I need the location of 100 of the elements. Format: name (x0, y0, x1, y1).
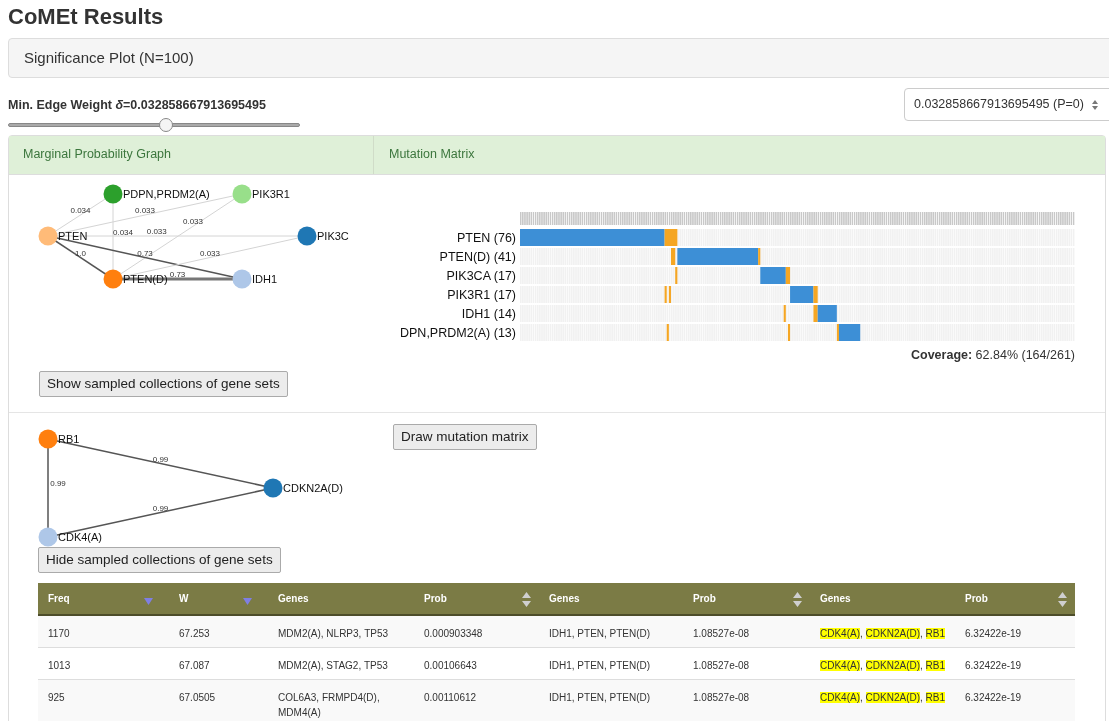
page-title: CoMEt Results (8, 4, 165, 30)
gene-name: PTEN(D) (609, 627, 651, 641)
table-cell: 0.00110612 (414, 679, 539, 721)
column-header[interactable]: Freq (38, 583, 169, 615)
table-cell: 1013 (38, 647, 169, 680)
node-label: PDPN,PRDM2(A) (123, 187, 210, 200)
edge-weight-label: 0.033 (182, 217, 203, 227)
gene-name: TP53 (363, 659, 388, 673)
edge-weight-label: Min. Edge Weight δ=0.032858667913695495 (8, 97, 267, 114)
graph-node[interactable] (103, 184, 123, 204)
table-cell: 6.32422e-19 (955, 647, 1075, 680)
gene-name: PTEN(D) (609, 659, 651, 673)
gene-name: PTEN, (577, 691, 607, 705)
show-gene-sets-button[interactable]: Show sampled collections of gene sets (39, 370, 288, 397)
sort-icon[interactable] (793, 592, 802, 607)
graph-node[interactable] (263, 478, 283, 498)
column-header[interactable]: Genes (810, 583, 955, 615)
panel-heading: Mutation Matrix (388, 146, 476, 164)
gene-name: PTEN(D) (609, 691, 651, 705)
edge-weight-label: 0.033 (135, 205, 155, 215)
gene-name: RB1 (925, 691, 946, 705)
table-cell: 925 (38, 679, 169, 721)
gene-name: PTEN, (577, 627, 607, 641)
gene-name: IDH1, (549, 659, 575, 673)
gene-name: COL6A3, (278, 691, 320, 705)
table-cell: 1170 (38, 615, 169, 648)
gene-row-label: DPN,PRDM2(A) (13) (400, 325, 516, 340)
hide-gene-sets-button[interactable]: Hide sampled collections of gene sets (38, 546, 281, 573)
coverage-text: Coverage: 62.84% (164/261) (911, 346, 1075, 364)
graph-node[interactable] (38, 226, 58, 246)
gene-name: STAG2, (326, 659, 362, 673)
table-cell: 67.0505 (169, 679, 268, 721)
gene-row-label: PIK3CA (17) (446, 268, 516, 283)
table-cell: 67.087 (169, 647, 268, 680)
node-label: PTEN (58, 229, 88, 242)
graph-node[interactable] (232, 184, 252, 204)
table-cell: 6.32422e-19 (955, 615, 1075, 648)
gene-name: IDH1, (549, 691, 575, 705)
node-label: CDK4(A) (58, 530, 102, 543)
edge-weight-label: 1.0 (74, 248, 87, 258)
gene-name: FRMPD4(D), (321, 691, 380, 705)
edge-weight-label: 0.033 (146, 226, 167, 236)
edge-weight-slider[interactable] (8, 117, 300, 132)
edge-weight-label: 0.99 (152, 503, 169, 513)
node-label: PTEN(D) (123, 272, 168, 285)
slider-thumb[interactable] (158, 117, 173, 132)
gene-name: CDK4(A), (820, 627, 863, 641)
gene-name: MDM4(A) (278, 706, 321, 720)
edge-weight-label: 0.99 (50, 478, 66, 488)
sort-icon[interactable] (1058, 592, 1067, 607)
gene-name: NLRP3, (326, 627, 362, 641)
panel-heading: Marginal Probability Graph (9, 135, 374, 174)
table-cell: 1.08527e-08 (683, 615, 810, 648)
graph-node[interactable] (232, 269, 252, 289)
gene-name: IDH1, (549, 627, 575, 641)
table-cell: 1.08527e-08 (683, 679, 810, 721)
column-header[interactable]: Prob (683, 583, 810, 615)
edge-weight-label: 0.033 (200, 248, 220, 258)
column-header[interactable]: Prob (955, 583, 1075, 615)
edge-weight-label: 0.99 (152, 454, 169, 464)
gene-name: RB1 (925, 659, 946, 673)
gene-row-label: IDH1 (14) (461, 306, 516, 321)
table-cell: 67.253 (169, 615, 268, 648)
table-cell: 0.000903348 (414, 615, 539, 648)
node-label: CDKN2A(D) (283, 481, 343, 494)
gene-row-label: PTEN(D) (41) (439, 249, 516, 264)
sort-icon[interactable] (522, 592, 531, 607)
graph-node[interactable] (38, 429, 58, 449)
gene-name: CDKN2A(D), (865, 659, 923, 673)
gene-name: PTEN, (577, 659, 607, 673)
graph-node[interactable] (103, 269, 123, 289)
edge-weight-label: 0.73 (169, 269, 186, 279)
draw-matrix-button[interactable]: Draw mutation matrix (393, 423, 537, 450)
gene-name: MDM2(A), (278, 659, 324, 673)
edge-weight-label: 0.034 (113, 227, 133, 237)
node-label: RB1 (58, 432, 80, 445)
graph-node[interactable] (297, 226, 317, 246)
edge-weight-label: 0.73 (137, 248, 153, 258)
gene-name: CDKN2A(D), (865, 691, 923, 705)
gene-name: CDK4(A), (820, 691, 863, 705)
node-label: IDH1 (252, 272, 278, 285)
graph-node[interactable] (38, 527, 58, 547)
table-cell: 1.08527e-08 (683, 647, 810, 680)
column-header[interactable]: W (169, 583, 268, 615)
mutation-cells (666, 323, 669, 341)
node-label: PIK3R1 (252, 187, 290, 200)
weight-select[interactable]: 0.032858667913695495 (P=0) (904, 88, 1109, 121)
significance-panel-header[interactable]: Significance Plot (N=100) (8, 38, 1109, 78)
column-header[interactable]: Genes (539, 583, 683, 615)
edge-weight-label: 0.034 (70, 205, 91, 215)
column-header[interactable]: Genes (268, 583, 414, 615)
node-label: PIK3C (317, 229, 349, 242)
column-header[interactable]: Prob (414, 583, 539, 615)
table-cell: 6.32422e-19 (955, 679, 1075, 721)
gene-name: RB1 (925, 627, 946, 641)
gene-name: CDKN2A(D), (865, 627, 923, 641)
gene-row-label: PIK3R1 (17) (447, 287, 516, 302)
table-cell: 0.00106643 (414, 647, 539, 680)
gene-name: TP53 (364, 627, 389, 641)
gene-name: MDM2(A), (278, 627, 324, 641)
